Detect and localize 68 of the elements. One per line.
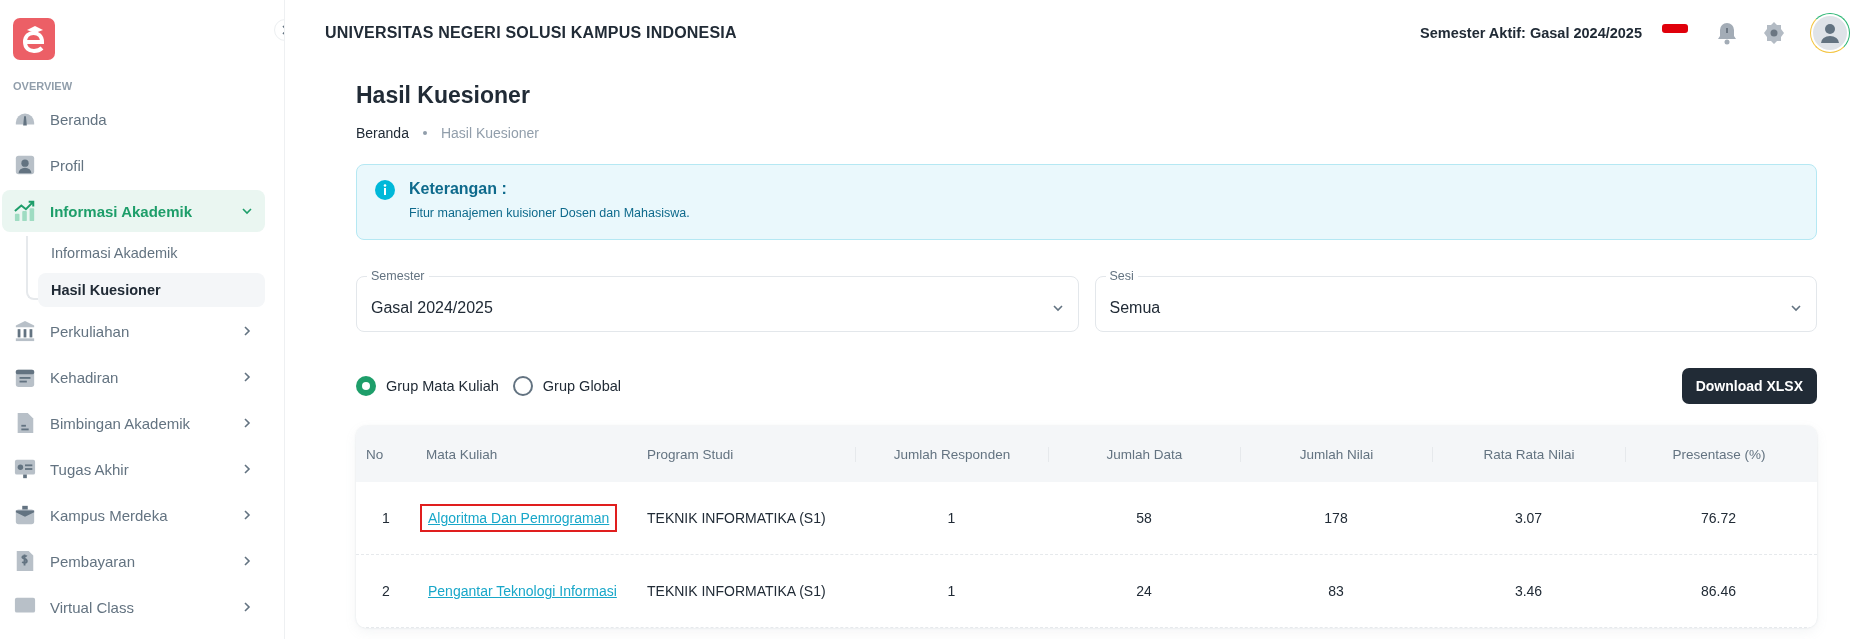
user-icon [14,154,36,176]
sidebar-item[interactable]: Bimbingan Akademik [2,402,265,444]
column-header: Jumlah Nilai [1240,446,1432,462]
column-header: Mata Kuliah [425,446,499,462]
chevron-right-icon [241,555,253,567]
section-heading: OVERVIEW [13,80,74,92]
sidebar-item[interactable]: Beranda [2,98,265,140]
table-cell-text: 58 [1135,510,1153,526]
column-header: Jumlah Data [1048,446,1240,462]
invoice-icon [14,550,36,572]
course-link[interactable]: Algoritma Dan Pemrograman [420,504,618,532]
chevron-right-icon [241,463,253,475]
university-title: UNIVERSITAS NEGERI SOLUSI KAMPUS INDONESIA [325,23,738,42]
active-semester: Semester Aktif: Gasal 2024/2025 [1420,24,1642,41]
table-cell-text: 3.07 [1513,510,1544,526]
table-cell-text: 1 [946,583,957,599]
sidebar-subitem[interactable]: Hasil Kuesioner [38,273,265,307]
table-cell-text: 178 [1323,510,1349,526]
chevron-right-icon [241,601,253,613]
page-title: Hasil Kuesioner [356,82,531,109]
table-cell-text: TEKNIK INFORMATIKA (S1) [646,510,827,526]
column-header: Rata Rata Nilai [1432,446,1625,462]
sidebar-item[interactable]: Informasi Akademik [2,190,265,232]
breadcrumb-item: Hasil Kuesioner [440,125,539,141]
alert-text: Fitur manajemen kuisioner Dosen dan Mahasiswa. [409,206,690,220]
chevron-right-icon [241,417,253,429]
sidebar-item[interactable]: Virtual Class [2,586,265,628]
sidebar-subitem[interactable]: Informasi Akademik [38,236,265,270]
settings-icon[interactable] [1762,20,1786,45]
bank-icon [14,320,36,342]
info-icon [375,180,395,200]
sidebar-item[interactable]: Pembayaran [2,540,265,582]
briefcase-icon [14,504,36,526]
radio-option[interactable]: Grup Mata Kuliah [356,376,499,396]
table-cell-text: 83 [1327,583,1345,599]
table-cell-text: 1 [946,510,957,526]
sidebar-item[interactable]: Profil [2,144,265,186]
field-label: Semester [370,269,426,284]
table-cell-text: 3.46 [1513,583,1544,599]
download-button[interactable]: Download XLSX [1681,368,1817,404]
chevron-down-icon [241,205,253,217]
sidebar-item[interactable]: Perkuliahan [2,310,265,352]
alert-title: Keterangan : [409,180,508,198]
radio-option[interactable]: Grup Global [512,376,622,396]
table-cell-text: 86.46 [1699,583,1737,599]
chevron-right-icon [241,509,253,521]
chevron-right-icon [241,325,253,337]
table-cell-text: 1 [381,510,391,526]
column-header: Program Studi [646,446,735,462]
course-link[interactable]: Pengantar Teknologi Informasi [420,577,625,605]
chevron-right-icon [241,371,253,383]
sidebar-item[interactable]: Tugas Akhir [2,448,265,490]
breadcrumb-item[interactable]: Beranda [356,125,409,141]
table-cell-text: 76.72 [1699,510,1737,526]
logo-icon [13,18,55,60]
table-cell-text: TEKNIK INFORMATIKA (S1) [646,583,827,599]
column-header: Jumlah Responden [855,446,1048,462]
select-field[interactable]: Semester Gasal 2024/2025 [356,269,1079,332]
column-header: No [365,446,385,462]
chart-icon [14,200,36,222]
sidebar-item[interactable]: Kehadiran [2,356,265,398]
column-header: Presentase (%) [1625,446,1812,462]
field-label: Sesi [1108,269,1135,284]
presentation-icon [14,458,36,480]
table-cell-text: 24 [1135,583,1153,599]
table-cell-text: 2 [381,583,391,599]
select-field[interactable]: Sesi Semua [1094,269,1817,332]
sidebar-item[interactable]: Kampus Merdeka [2,494,265,536]
